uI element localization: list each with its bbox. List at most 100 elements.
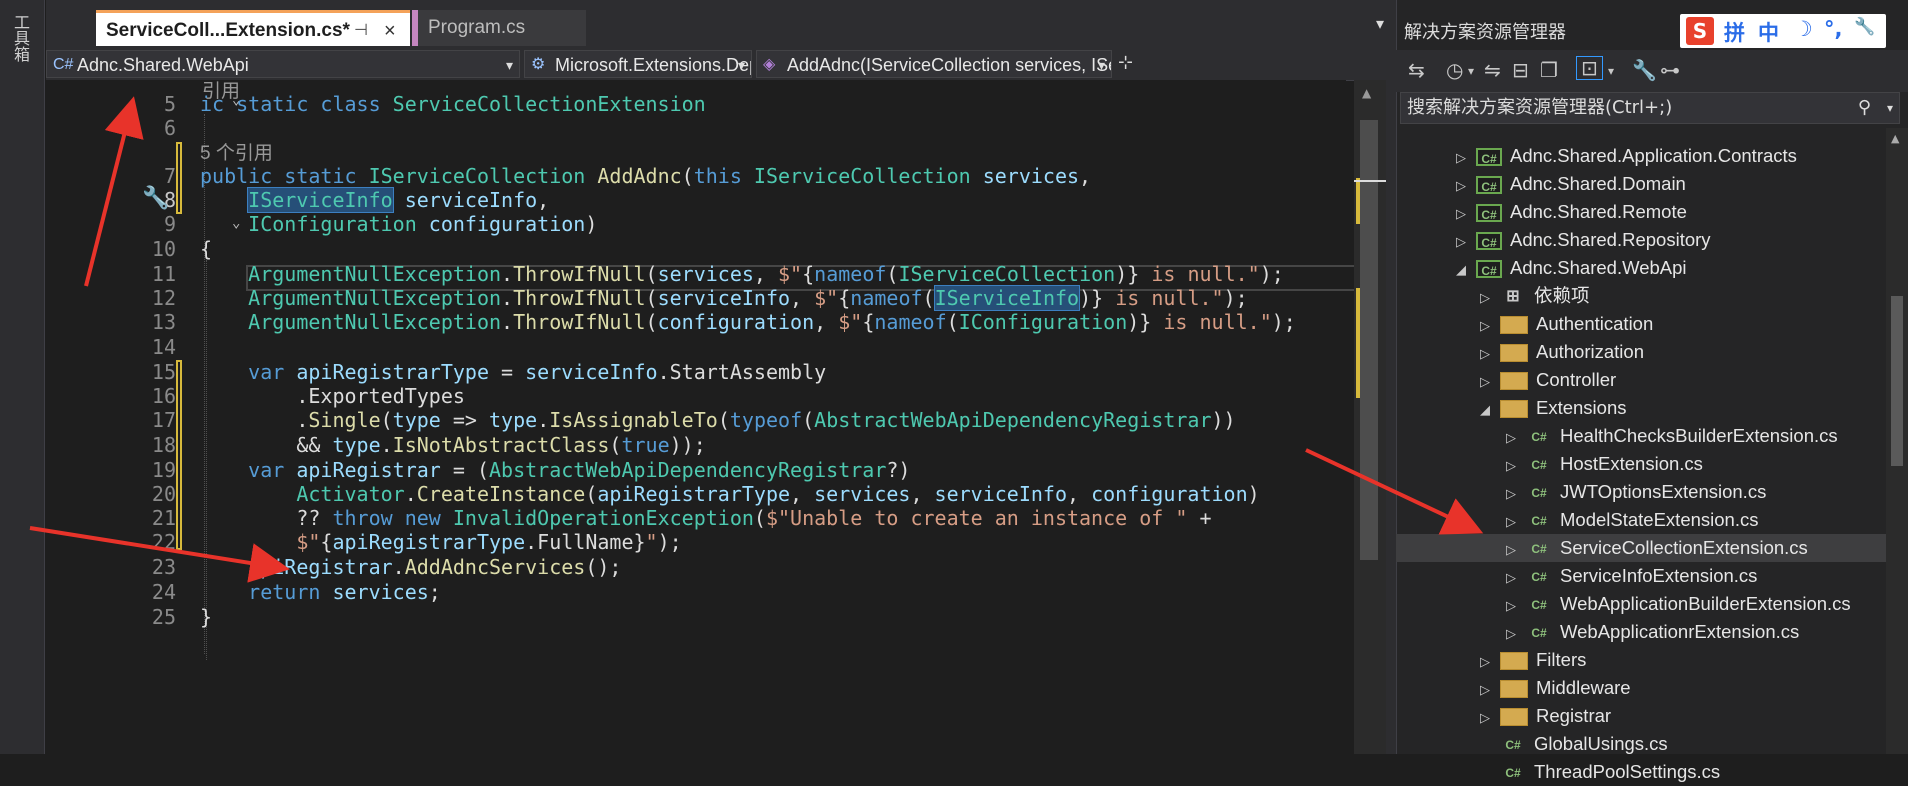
line-number: 19 xyxy=(151,458,176,482)
pin-tab-icon[interactable]: ⊣ xyxy=(354,13,368,49)
collapsed-chevron-icon[interactable]: ▷ xyxy=(1506,564,1526,592)
collapsed-chevron-icon[interactable]: ▷ xyxy=(1506,592,1526,620)
code-area[interactable]: 5 6 7 8 9 10 11 12 13 14 15 16 17 18 19 20 21 22 23 24 25 ⌄ … xyxy=(46,80,1396,754)
collapsed-chevron-icon[interactable]: ▷ xyxy=(1480,648,1500,676)
tree-item[interactable]: ▷ C# ServiceInfoExtension.cs xyxy=(1396,562,1886,590)
tree-item[interactable]: ▷ C# HealthChecksBuilderExtension.cs xyxy=(1396,422,1886,450)
line-number: 7 xyxy=(163,164,176,188)
solution-explorer-toolbar: ⇆ ◷ ▾ ⇋ ⊟ ❐ ⊡ ▾ 🔧 ⊶ xyxy=(1396,50,1908,92)
collapsed-chevron-icon[interactable]: ▷ xyxy=(1480,284,1500,312)
code-line-7: public static IServiceCollection AddAdnc… xyxy=(200,164,1092,188)
search-icon[interactable]: ⚲ xyxy=(1858,93,1871,123)
tree-item[interactable]: ▷ C# Adnc.Shared.Application.Contracts xyxy=(1396,142,1886,170)
pinyin-icon[interactable]: 拼 xyxy=(1724,17,1745,47)
collapsed-chevron-icon[interactable]: ▷ xyxy=(1506,452,1526,480)
tree-item[interactable]: ▷ C# WebApplicationrExtension.cs xyxy=(1396,618,1886,646)
collapsed-chevron-icon[interactable]: ▷ xyxy=(1480,312,1500,340)
tree-item[interactable]: ▷ Controller xyxy=(1396,366,1886,394)
tree-item[interactable]: ◢ Extensions xyxy=(1396,394,1886,422)
collapsed-chevron-icon[interactable]: ▷ xyxy=(1506,508,1526,536)
sync-icon[interactable]: ⇋ xyxy=(1484,58,1501,82)
tree-item[interactable]: ▷ C# HostExtension.cs xyxy=(1396,450,1886,478)
tree-item[interactable]: ▷ Middleware xyxy=(1396,674,1886,702)
screwdriver-quick-action-icon[interactable]: 🔧 xyxy=(142,186,169,211)
chinese-mode-icon[interactable]: 中 xyxy=(1758,17,1779,47)
pane-splitter[interactable] xyxy=(1386,0,1396,754)
tree-item[interactable]: ▷ Authentication xyxy=(1396,310,1886,338)
collapsed-chevron-icon[interactable]: ▷ xyxy=(1456,172,1476,200)
tab-overflow-dropdown-icon[interactable]: ▾ xyxy=(1376,14,1384,33)
tree-item[interactable]: ▷ C# ModelStateExtension.cs xyxy=(1396,506,1886,534)
properties-wrench-icon[interactable]: 🔧 xyxy=(1632,58,1657,82)
tree-item[interactable]: ▷ C# Adnc.Shared.Remote xyxy=(1396,198,1886,226)
history-icon[interactable]: ◷ xyxy=(1446,58,1463,82)
split-editor-icon[interactable]: ⊹ xyxy=(1118,52,1133,73)
close-tab-icon[interactable]: × xyxy=(384,13,396,49)
preview-icon[interactable]: ⊶ xyxy=(1660,58,1680,82)
method-icon: ◈ xyxy=(763,56,776,73)
collapsed-chevron-icon[interactable]: ▷ xyxy=(1456,228,1476,256)
collapse-all-icon[interactable]: ⊟ xyxy=(1512,58,1529,82)
tree-item[interactable]: ▷ C# WebApplicationBuilderExtension.cs xyxy=(1396,590,1886,618)
wrench-icon[interactable]: 🔧 xyxy=(1854,17,1875,37)
collapsed-chevron-icon[interactable]: ▷ xyxy=(1506,536,1526,564)
tab-service-collection-extension[interactable]: ServiceColl...Extension.cs* ⊣ × xyxy=(96,10,410,46)
chevron-down-icon[interactable]: ▾ xyxy=(1887,93,1893,123)
chevron-down-icon: ▾ xyxy=(737,57,745,73)
tree-item[interactable]: ▷ Registrar xyxy=(1396,702,1886,730)
tree-item-label: Extensions xyxy=(1536,397,1627,418)
tree-item[interactable]: C# ThreadPoolSettings.cs xyxy=(1396,758,1886,786)
tab-program[interactable]: Program.cs xyxy=(412,10,586,46)
tree-item[interactable]: ▷ Authorization xyxy=(1396,338,1886,366)
project-dropdown[interactable]: C# Adnc.Shared.WebApi ▾ xyxy=(46,50,520,78)
solution-explorer-scrollbar[interactable]: ▲ xyxy=(1886,128,1908,754)
references-codelens[interactable]: 5 个引用 xyxy=(200,138,273,165)
expanded-chevron-icon[interactable]: ◢ xyxy=(1456,256,1476,284)
search-input[interactable]: 搜索解决方案资源管理器(Ctrl+;) xyxy=(1407,97,1672,118)
collapsed-chevron-icon[interactable]: ▷ xyxy=(1480,340,1500,368)
solution-explorer-title: 解决方案资源管理器 xyxy=(1404,22,1566,43)
collapsed-chevron-icon[interactable]: ▷ xyxy=(1480,704,1500,732)
tree-item-label: Registrar xyxy=(1536,705,1612,726)
tree-item[interactable]: ◢ C# Adnc.Shared.WebApi xyxy=(1396,254,1886,282)
punctuation-icon[interactable]: °, xyxy=(1824,17,1842,41)
csharp-file-icon: C# xyxy=(1505,766,1521,781)
tree-item[interactable]: ▷ C# JWTOptionsExtension.cs xyxy=(1396,478,1886,506)
collapsed-chevron-icon[interactable]: ▷ xyxy=(1506,424,1526,452)
scrollbar-thumb[interactable] xyxy=(1360,120,1378,560)
member-dropdown[interactable]: ◈ AddAdnc(IServiceCollection services, I… xyxy=(756,50,1112,78)
ime-toolbar[interactable]: S 拼 中 ☽ °, 🔧 xyxy=(1680,14,1886,48)
collapsed-chevron-icon[interactable]: ▷ xyxy=(1456,200,1476,228)
tree-item[interactable]: ▷ ⊞ 依赖项 xyxy=(1396,282,1886,310)
collapsed-chevron-icon[interactable]: ▷ xyxy=(1506,620,1526,648)
tree-item[interactable]: ▷ C# ServiceCollectionExtension.cs xyxy=(1396,534,1886,562)
chevron-down-icon[interactable]: ▾ xyxy=(1468,64,1474,78)
toolbox-label[interactable]: 工具箱 xyxy=(8,14,32,62)
type-dropdown[interactable]: ⚙ Microsoft.Extensions.Depe ▾ xyxy=(524,50,752,78)
tree-item[interactable]: ▷ C# Adnc.Shared.Domain xyxy=(1396,170,1886,198)
show-all-files-icon[interactable]: ❐ xyxy=(1540,58,1558,82)
scroll-up-icon[interactable]: ▲ xyxy=(1891,132,1899,145)
tree-item[interactable]: ▷ C# Adnc.Shared.Repository xyxy=(1396,226,1886,254)
csharp-file-icon: C# xyxy=(1531,542,1547,557)
member-dropdown-label: AddAdnc(IServiceCollection services, ISe… xyxy=(787,55,1112,75)
collapsed-chevron-icon[interactable]: ▷ xyxy=(1506,480,1526,508)
solution-explorer-search[interactable]: 搜索解决方案资源管理器(Ctrl+;) ⚲ ▾ xyxy=(1400,92,1900,124)
moon-icon[interactable]: ☽ xyxy=(1794,17,1813,41)
tree-item[interactable]: ▷ Filters xyxy=(1396,646,1886,674)
toolbox-strip[interactable]: 工具箱 xyxy=(0,0,45,754)
scrollbar-thumb[interactable] xyxy=(1891,296,1903,466)
expanded-chevron-icon[interactable]: ◢ xyxy=(1480,396,1500,424)
change-marker xyxy=(176,360,182,550)
solution-tree[interactable]: ▷ C# Adnc.Shared.Application.Contracts ▷ C# A… xyxy=(1396,128,1886,782)
editor-vertical-scrollbar[interactable]: ▲ xyxy=(1354,80,1386,754)
filter-icon[interactable]: ⊡ xyxy=(1576,56,1603,80)
collapsed-chevron-icon[interactable]: ▷ xyxy=(1480,676,1500,704)
switch-views-icon[interactable]: ⇆ xyxy=(1408,58,1425,82)
scroll-up-icon[interactable]: ▲ xyxy=(1362,86,1371,100)
csharp-file-icon: C# xyxy=(1531,598,1547,613)
tree-item-label: GlobalUsings.cs xyxy=(1534,733,1668,754)
chevron-down-icon[interactable]: ▾ xyxy=(1608,64,1614,78)
collapsed-chevron-icon[interactable]: ▷ xyxy=(1480,368,1500,396)
collapsed-chevron-icon[interactable]: ▷ xyxy=(1456,144,1476,172)
